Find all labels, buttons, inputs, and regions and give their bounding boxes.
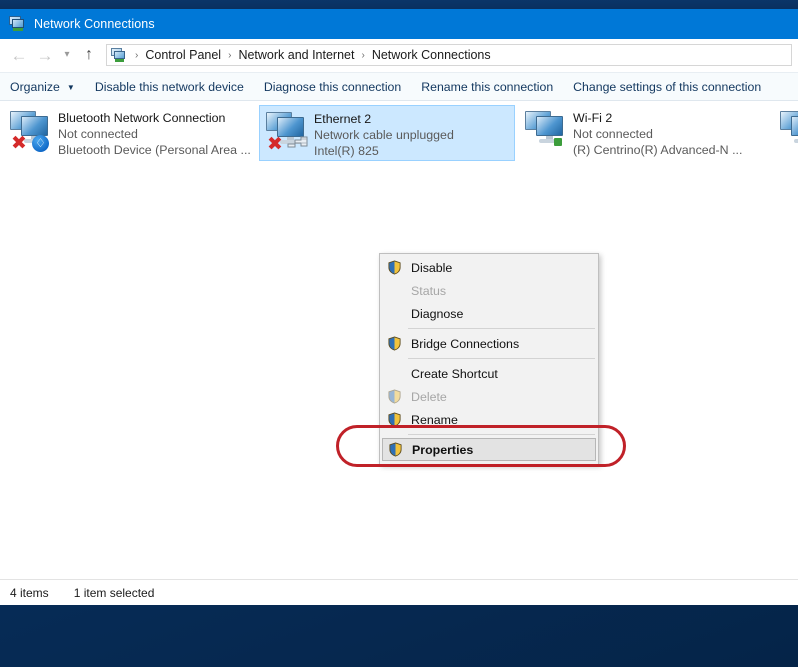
empty-icon-slot — [386, 282, 403, 299]
connection-context-menu: Disable Status Diagnose Bridge Connectio… — [379, 253, 599, 465]
address-bar-icon — [111, 47, 127, 63]
connection-item-wifi-2[interactable]: Wi-Fi 2 Not connected (R) Centrino(R) Ad… — [519, 105, 775, 161]
up-arrow-icon[interactable]: ↑ — [76, 42, 102, 68]
breadcrumb-control-panel[interactable]: Control Panel — [143, 48, 223, 62]
network-adapter-icon — [521, 109, 573, 157]
connection-name: Ethernet 2 — [314, 112, 372, 126]
context-menu-label: Bridge Connections — [411, 336, 520, 351]
organize-label: Organize — [10, 79, 60, 94]
network-adapter-icon: ✖ ♢ — [6, 109, 58, 157]
context-menu-label: Rename — [411, 412, 458, 427]
connection-status: Not connected — [58, 127, 138, 141]
desktop-top-strip — [0, 0, 798, 9]
change-settings-button[interactable]: Change settings of this connection — [563, 73, 771, 100]
connection-device: (R) Centrino(R) Advanced-N ... — [573, 143, 743, 157]
context-menu-label: Disable — [411, 260, 453, 275]
connection-device: Intel(R) 825 — [314, 144, 379, 158]
context-menu-item-properties[interactable]: Properties — [382, 438, 596, 461]
network-connections-window: Network Connections ← → ▾ ↑ › Control Pa… — [0, 9, 798, 605]
uac-shield-icon — [386, 411, 403, 428]
context-menu-separator — [408, 434, 595, 435]
context-menu-item-bridge-connections[interactable]: Bridge Connections — [380, 332, 598, 355]
green-connector-badge-icon — [554, 138, 562, 146]
network-connections-icon — [9, 16, 26, 32]
connection-item-partial[interactable] — [774, 105, 798, 161]
window-title: Network Connections — [34, 17, 155, 31]
breadcrumb-separator-2: › — [361, 49, 365, 61]
breadcrumb-separator-0: › — [135, 49, 139, 61]
back-arrow-icon[interactable]: ← — [6, 42, 32, 68]
disconnected-x-icon: ✖ — [267, 133, 283, 155]
context-menu-label: Status — [411, 283, 447, 298]
rename-connection-button[interactable]: Rename this connection — [411, 73, 563, 100]
connection-name: Bluetooth Network Connection — [58, 111, 226, 125]
breadcrumb-network-and-internet[interactable]: Network and Internet — [236, 48, 356, 62]
empty-icon-slot — [386, 305, 403, 322]
forward-arrow-icon[interactable]: → — [32, 42, 58, 68]
window-titlebar: Network Connections — [0, 9, 798, 39]
disable-network-device-button[interactable]: Disable this network device — [85, 73, 254, 100]
breadcrumb-network-connections[interactable]: Network Connections — [370, 48, 493, 62]
context-menu-item-status: Status — [380, 279, 598, 302]
context-menu-label: Diagnose — [411, 306, 464, 321]
uac-shield-icon — [387, 441, 404, 458]
connection-item-bluetooth[interactable]: ✖ ♢ Bluetooth Network Connection Not con… — [4, 105, 260, 161]
context-menu-separator — [408, 328, 595, 329]
context-menu-item-diagnose[interactable]: Diagnose — [380, 302, 598, 325]
context-menu-label: Delete — [411, 389, 447, 404]
selection-count-label: 1 item selected — [73, 585, 155, 600]
connection-name: Wi-Fi 2 — [573, 111, 613, 125]
unplugged-cable-badge-icon — [286, 135, 310, 151]
context-menu-item-rename[interactable]: Rename — [380, 408, 598, 431]
network-adapter-icon — [776, 109, 798, 157]
context-menu-label: Create Shortcut — [411, 366, 498, 381]
uac-shield-icon — [386, 335, 403, 352]
empty-icon-slot — [386, 365, 403, 382]
context-menu-item-create-shortcut[interactable]: Create Shortcut — [380, 362, 598, 385]
address-bar[interactable]: › Control Panel › Network and Internet ›… — [106, 44, 792, 66]
context-menu-item-delete: Delete — [380, 385, 598, 408]
command-bar: Organize ▼ Disable this network device D… — [0, 72, 798, 101]
navigation-bar: ← → ▾ ↑ › Control Panel › Network and In… — [0, 39, 798, 72]
context-menu-label: Properties — [412, 442, 474, 457]
context-menu-item-disable[interactable]: Disable — [380, 256, 598, 279]
connections-list: ✖ ♢ Bluetooth Network Connection Not con… — [0, 101, 798, 591]
connection-status: Network cable unplugged — [314, 128, 454, 142]
diagnose-connection-button[interactable]: Diagnose this connection — [254, 73, 411, 100]
uac-shield-icon — [386, 259, 403, 276]
network-adapter-icon: ✖ — [262, 110, 314, 158]
context-menu-separator — [408, 358, 595, 359]
chevron-down-icon[interactable]: ▾ — [58, 42, 76, 68]
organize-button[interactable]: Organize ▼ — [0, 73, 85, 100]
breadcrumb-separator-1: › — [228, 49, 232, 61]
item-count-label: 4 items — [10, 585, 49, 600]
status-bar: 4 items 1 item selected — [0, 579, 798, 605]
bluetooth-badge-icon: ♢ — [32, 135, 49, 152]
disconnected-x-icon: ✖ — [11, 132, 27, 154]
uac-shield-icon — [386, 388, 403, 405]
connection-item-ethernet-2[interactable]: ✖ Ethernet 2 Network cable unplugged Int… — [259, 105, 515, 161]
connection-status: Not connected — [573, 127, 653, 141]
organize-caret-icon: ▼ — [66, 83, 75, 92]
connection-device: Bluetooth Device (Personal Area ... — [58, 143, 251, 157]
